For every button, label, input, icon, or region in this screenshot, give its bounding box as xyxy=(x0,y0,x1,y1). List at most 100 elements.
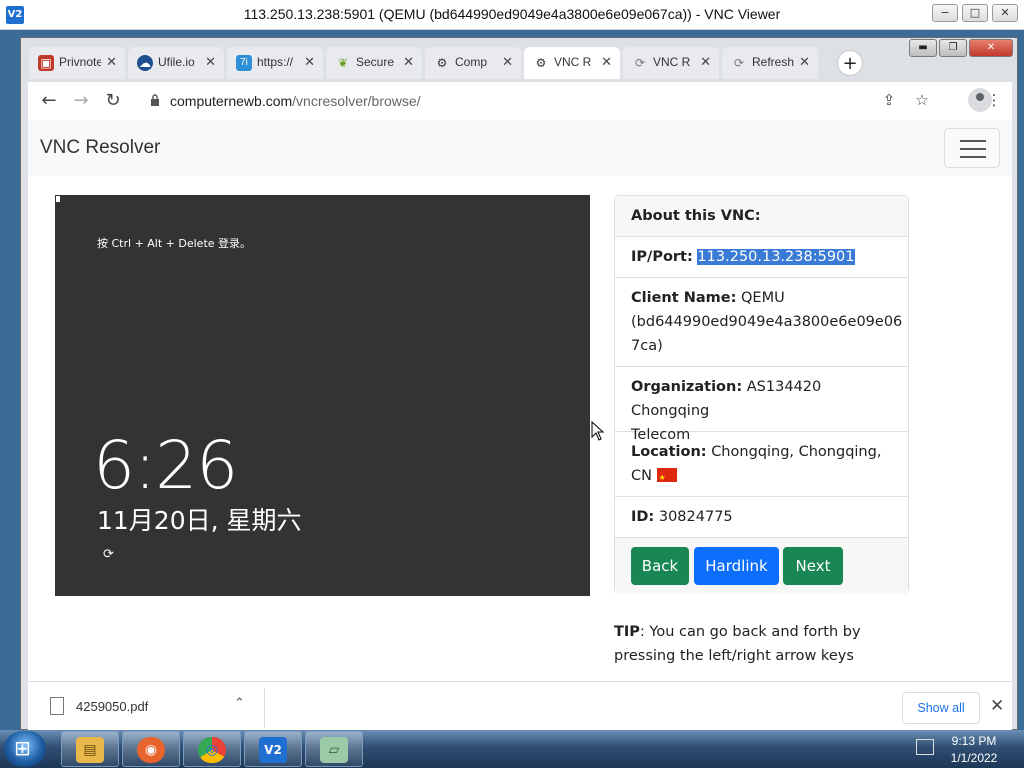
navbar-toggler-button[interactable] xyxy=(944,128,1000,168)
vnc-icon: ⚙ xyxy=(436,56,448,70)
id-value: 30824775 xyxy=(658,509,733,525)
system-clock-time[interactable]: 9:13 PM xyxy=(950,734,998,748)
back-button[interactable]: ← xyxy=(38,90,60,112)
tab-strip: ▣ Privnote ✕ ☁ Ufile.io ✕ 7i https:// ✕ … xyxy=(21,38,1017,82)
show-all-downloads-button[interactable]: Show all xyxy=(902,692,980,724)
vnc-viewer-icon: V2 xyxy=(259,737,287,763)
system-clock-date[interactable]: 1/1/2022 xyxy=(946,751,1002,765)
browser-window: ▣ Privnote ✕ ☁ Ufile.io ✕ 7i https:// ✕ … xyxy=(20,37,1018,731)
refresh-icon: ⟳ xyxy=(733,56,745,70)
navigation-tip: TIP: You can go back and forth by pressi… xyxy=(614,620,914,668)
close-icon[interactable]: ✕ xyxy=(304,54,315,70)
browser-restore-button[interactable]: ❐ xyxy=(939,39,967,57)
next-button[interactable]: Next xyxy=(783,547,843,585)
taskbar-firefox-button[interactable]: ◉ xyxy=(122,731,180,767)
location-value: CN xyxy=(631,468,652,484)
close-icon[interactable]: ✕ xyxy=(601,54,612,70)
ip-label: IP/Port: xyxy=(631,249,693,265)
chevron-up-icon[interactable]: ⌃ xyxy=(234,696,245,711)
id-row: ID: 30824775 xyxy=(615,497,908,538)
tab-vnc-resolver-active[interactable]: ⚙ VNC R ✕ xyxy=(524,47,620,79)
close-icon[interactable]: ✕ xyxy=(403,54,414,70)
url-text: computernewb.com/vncresolver/browse/ xyxy=(170,93,421,109)
ip-value[interactable]: 113.250.13.238:5901 xyxy=(697,249,855,265)
site-navbar: VNC Resolver xyxy=(28,120,1012,176)
vnc-window-title: 113.250.13.238:5901 (QEMU (bd644990ed904… xyxy=(243,6,781,22)
lock-screen-date: 11月20日, 星期六 xyxy=(97,506,302,535)
back-button[interactable]: Back xyxy=(631,547,689,585)
tab-ufile[interactable]: ☁ Ufile.io ✕ xyxy=(128,47,224,79)
start-button[interactable] xyxy=(4,731,46,767)
refresh-icon: ⟳ xyxy=(634,56,646,70)
vnc-icon: ⚙ xyxy=(535,56,547,70)
lock-red-icon: ▣ xyxy=(38,55,54,71)
card-header: About this VNC: xyxy=(615,196,908,237)
hamburger-line xyxy=(960,148,986,150)
client-label: Client Name: xyxy=(631,290,737,306)
cloud-icon: ☁ xyxy=(137,55,153,71)
tab-label: Ufile.io xyxy=(158,55,195,69)
tab-vnc-resolver[interactable]: ⟳ VNC R ✕ xyxy=(623,47,719,79)
url-path: /vncresolver/browse/ xyxy=(292,93,421,109)
taskbar-notepad-button[interactable]: ▱ xyxy=(305,731,363,767)
close-icon[interactable]: ✕ xyxy=(502,54,513,70)
bookmark-star-icon[interactable]: ☆ xyxy=(911,89,933,111)
hamburger-line xyxy=(960,140,986,142)
explorer-icon: ▤ xyxy=(76,737,104,763)
lock-icon xyxy=(151,94,159,106)
tab-https[interactable]: 7i https:// ✕ xyxy=(227,47,323,79)
new-tab-button[interactable]: + xyxy=(837,50,863,76)
forward-button[interactable]: → xyxy=(70,90,92,112)
tab-label: Refresh xyxy=(752,55,794,69)
location-value: Chongqing, Chongqing, xyxy=(711,444,882,460)
cursor-icon xyxy=(56,196,60,202)
browser-close-button[interactable]: ✕ xyxy=(969,39,1013,57)
close-icon[interactable]: ✕ xyxy=(106,54,117,70)
hardlink-button[interactable]: Hardlink xyxy=(694,547,779,585)
tip-label: TIP xyxy=(614,624,640,640)
tab-label: Privnote xyxy=(59,55,101,69)
location-row: Location: Chongqing, Chongqing, CN xyxy=(615,432,908,497)
download-file-name[interactable]: 4259050.pdf xyxy=(76,699,148,714)
tab-privnote[interactable]: ▣ Privnote ✕ xyxy=(29,47,125,79)
vnc-screenshot: 按 Ctrl + Alt + Delete 登录。 6:26 11月20日, 星… xyxy=(55,195,590,596)
client-value: (bd644990ed9049e4a3800e6e09e06 xyxy=(631,314,903,330)
browser-minimize-button[interactable]: ▬ xyxy=(909,39,937,57)
taskbar-vnc-viewer-button[interactable]: V2 xyxy=(244,731,302,767)
chrome-menu-icon[interactable]: ⋮ xyxy=(983,89,1005,111)
tab-label: VNC R xyxy=(653,55,691,69)
notepad-icon: ▱ xyxy=(320,737,348,763)
url-host: computernewb.com xyxy=(170,93,293,109)
share-icon[interactable]: ⇪ xyxy=(878,89,900,111)
tab-label: Secure xyxy=(356,55,395,69)
close-icon[interactable]: ✕ xyxy=(799,54,810,70)
site-brand[interactable]: VNC Resolver xyxy=(40,137,160,159)
close-icon[interactable]: ✕ xyxy=(700,54,711,70)
tab-refresh[interactable]: ⟳ Refresh ✕ xyxy=(722,47,818,79)
chrome-icon: ◎ xyxy=(198,737,226,763)
login-hint: 按 Ctrl + Alt + Delete 登录。 xyxy=(97,237,252,250)
address-bar[interactable]: computernewb.com/vncresolver/browse/ xyxy=(140,86,960,116)
network-icon[interactable] xyxy=(916,739,934,755)
ip-port-row: IP/Port: 113.250.13.238:5901 xyxy=(615,237,908,278)
client-value: QEMU xyxy=(741,290,785,306)
page-content: VNC Resolver 按 Ctrl + Alt + Delete 登录。 6… xyxy=(28,120,1012,681)
browser-window-controls: ▬ ❐ ✕ xyxy=(909,39,1013,57)
vnc-restore-button[interactable]: □ xyxy=(962,4,988,22)
accessibility-icon: ⟳ xyxy=(103,547,114,562)
browser-toolbar: ← → ↻ computernewb.com/vncresolver/brows… xyxy=(28,82,1012,120)
taskbar-explorer-button[interactable]: ▤ xyxy=(61,731,119,767)
taskbar-chrome-button[interactable]: ◎ xyxy=(183,731,241,767)
client-value: 7ca) xyxy=(631,338,663,354)
tab-secure[interactable]: ❦ Secure ✕ xyxy=(326,47,422,79)
vnc-minimize-button[interactable]: − xyxy=(932,4,958,22)
close-shelf-icon[interactable]: ✕ xyxy=(990,696,1004,716)
vnc-window-controls: − □ ✕ xyxy=(932,4,1018,22)
tab-label: VNC R xyxy=(554,55,592,69)
close-icon[interactable]: ✕ xyxy=(205,54,216,70)
tab-comp[interactable]: ⚙ Comp ✕ xyxy=(425,47,521,79)
reload-button[interactable]: ↻ xyxy=(102,90,124,112)
tab-label: Comp xyxy=(455,55,488,69)
vnc-close-button[interactable]: ✕ xyxy=(992,4,1018,22)
vnc-info-card: About this VNC: IP/Port: 113.250.13.238:… xyxy=(614,195,909,594)
